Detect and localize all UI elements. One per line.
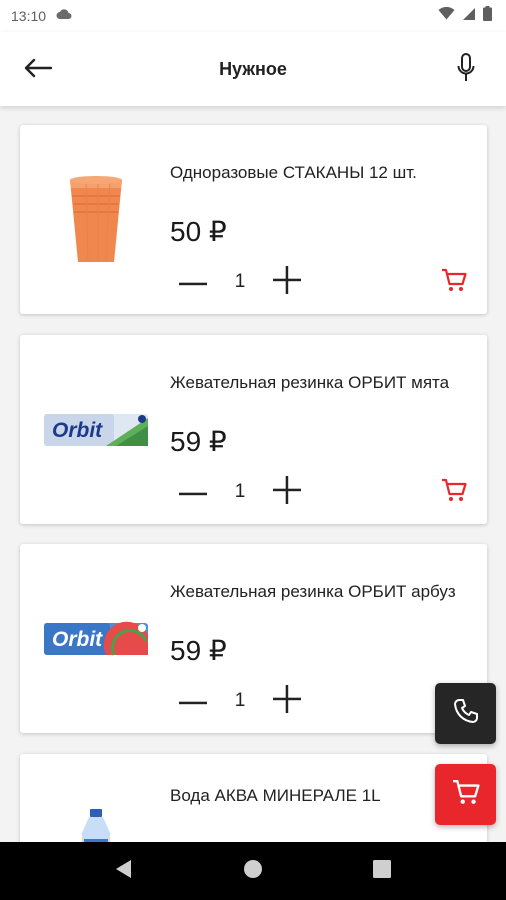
decrease-button[interactable]	[178, 477, 208, 507]
product-card[interactable]: Orbit Жевательная резинка ОРБИТ арбуз 59…	[20, 544, 487, 733]
decrease-button[interactable]	[178, 686, 208, 716]
increase-button[interactable]	[272, 684, 302, 718]
add-to-cart-button[interactable]	[439, 477, 469, 507]
product-name: Вода АКВА МИНЕРАЛЕ 1L	[170, 786, 381, 805]
product-price: 59 ₽	[170, 635, 227, 666]
minus-icon	[179, 692, 207, 710]
home-circle-icon[interactable]	[243, 859, 263, 884]
cups-image	[70, 176, 122, 262]
orbit-watermelon-pack-image: Orbit	[44, 621, 148, 656]
cloud-icon	[56, 7, 72, 25]
quantity-stepper: 1	[178, 684, 302, 718]
orbit-logo: Orbit	[52, 419, 103, 442]
microphone-icon	[457, 52, 475, 88]
product-list[interactable]: Одноразовые СТАКАНЫ 12 шт. 50 ₽ 1 Orbit …	[0, 106, 506, 842]
status-time: 13:10	[11, 8, 47, 24]
product-image	[42, 784, 150, 842]
phone-icon	[453, 698, 479, 729]
add-to-cart-button[interactable]	[439, 267, 469, 297]
plus-icon	[273, 265, 301, 299]
cart-icon	[441, 268, 467, 297]
product-card[interactable]: Вода АКВА МИНЕРАЛЕ 1L	[20, 754, 487, 842]
increase-button[interactable]	[272, 475, 302, 509]
battery-icon	[483, 6, 492, 26]
product-image: Orbit	[42, 574, 150, 704]
product-image	[42, 155, 150, 285]
product-card[interactable]: Orbit Жевательная резинка ОРБИТ мята 59 …	[20, 335, 487, 524]
product-price: 59 ₽	[170, 426, 227, 457]
quantity-value: 1	[234, 690, 246, 711]
minus-icon	[179, 273, 207, 291]
voice-search-button[interactable]	[450, 52, 482, 88]
signal-icon	[462, 7, 476, 26]
orbit-mint-pack-image: Orbit	[44, 414, 148, 446]
quantity-stepper: 1	[178, 265, 302, 299]
increase-button[interactable]	[272, 265, 302, 299]
cart-icon	[452, 779, 480, 810]
product-name: Жевательная резинка ОРБИТ мята	[170, 373, 450, 392]
open-cart-button[interactable]	[435, 764, 496, 825]
system-navigation-bar	[0, 842, 506, 900]
page-title: Нужное	[219, 59, 287, 79]
product-price: 50 ₽	[170, 216, 227, 247]
orbit-logo: Orbit	[52, 628, 103, 651]
app-bar: Нужное	[0, 32, 506, 106]
product-name: Жевательная резинка ОРБИТ арбуз	[170, 582, 456, 601]
quantity-value: 1	[234, 271, 246, 292]
product-image: Orbit	[42, 365, 150, 495]
minus-icon	[179, 483, 207, 501]
call-button[interactable]	[435, 683, 496, 744]
plus-icon	[273, 684, 301, 718]
quantity-value: 1	[234, 481, 246, 502]
recents-square-icon[interactable]	[373, 859, 391, 883]
product-card[interactable]: Одноразовые СТАКАНЫ 12 шт. 50 ₽ 1	[20, 125, 487, 314]
water-bottle-image	[82, 809, 110, 842]
decrease-button[interactable]	[178, 267, 208, 297]
cart-icon	[441, 478, 467, 507]
back-triangle-icon[interactable]	[115, 859, 133, 884]
plus-icon	[273, 475, 301, 509]
quantity-stepper: 1	[178, 475, 302, 509]
product-name: Одноразовые СТАКАНЫ 12 шт.	[170, 163, 417, 182]
status-bar: 13:10	[0, 0, 506, 32]
wifi-icon	[438, 6, 455, 25]
